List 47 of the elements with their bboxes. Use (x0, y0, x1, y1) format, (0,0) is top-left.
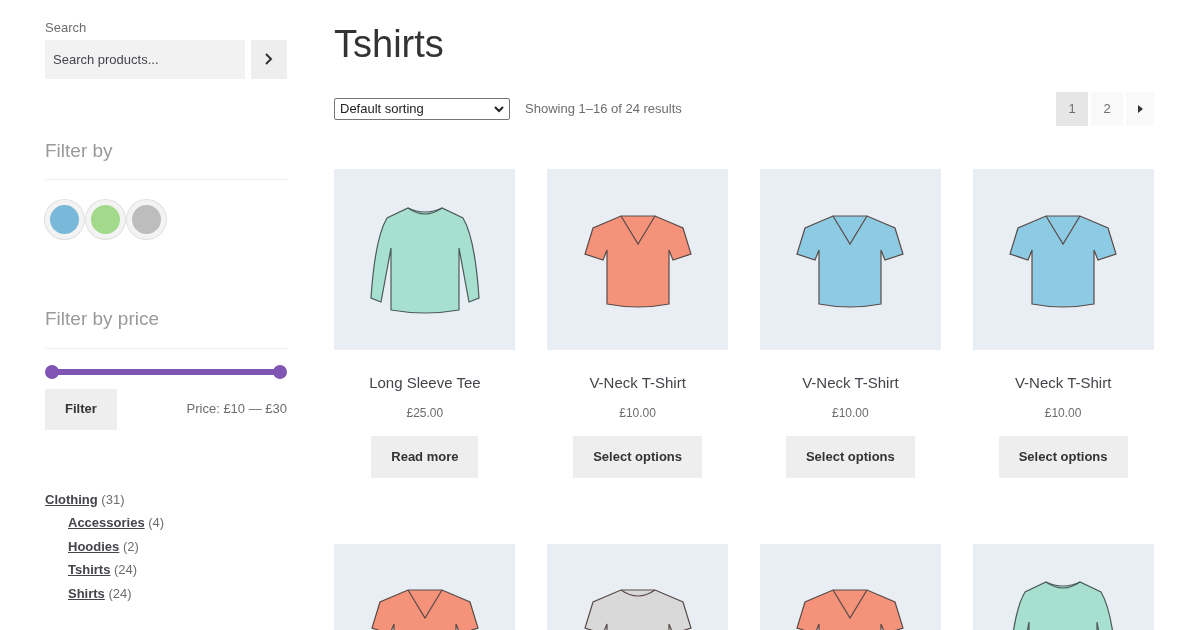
product-title[interactable]: V-Neck T-Shirt (589, 372, 686, 395)
category-link[interactable]: Shirts (68, 585, 105, 601)
result-count: Showing 1–16 of 24 results (525, 100, 682, 119)
price-range-text: Price: £10 — £30 (186, 399, 287, 418)
category-link[interactable]: Accessories (68, 515, 145, 530)
widget-title: Filter by price (45, 307, 161, 331)
category-count: (24) (114, 562, 138, 577)
product-image-tile[interactable] (759, 169, 941, 350)
product-price: £25.00 (406, 404, 444, 422)
color-swatch[interactable] (127, 200, 166, 239)
page-link[interactable]: 2 (1091, 92, 1123, 126)
product-title[interactable]: Long Sleeve Tee (369, 372, 481, 395)
category-count: (24) (108, 585, 132, 601)
color-swatch[interactable] (45, 200, 84, 239)
category-link[interactable]: Tshirts (68, 562, 111, 577)
search-submit-button[interactable] (251, 39, 287, 79)
widget-title: Filter by (45, 138, 114, 163)
search-label: Search (45, 19, 88, 37)
add-to-cart-button[interactable]: Select options (573, 435, 703, 478)
category-count: (4) (148, 515, 165, 530)
category-count: (2) (122, 538, 139, 554)
product-image-tile[interactable] (547, 169, 729, 350)
category-link[interactable]: Hoodies (68, 538, 120, 554)
add-to-cart-button[interactable]: Select options (998, 435, 1128, 478)
category-count: (31) (101, 491, 125, 507)
product-image-tile[interactable] (334, 169, 516, 350)
page-link[interactable]: 1 (1056, 92, 1088, 126)
search-field[interactable]: Search products... (45, 39, 245, 79)
category-link[interactable]: Clothing (45, 491, 98, 507)
chevron-down-icon (494, 105, 504, 113)
product-title[interactable]: V-Neck T-Shirt (1014, 372, 1112, 395)
slider-handle[interactable] (45, 364, 59, 379)
sorting-dropdown[interactable]: Default sorting (334, 98, 510, 120)
next-page-button[interactable] (1126, 92, 1154, 126)
filter-button[interactable]: Filter (45, 388, 117, 430)
product-image-tile[interactable] (972, 169, 1154, 350)
page-title: Tshirts (334, 22, 445, 67)
triangle-right-icon (1137, 105, 1143, 113)
slider-handle[interactable] (273, 364, 287, 379)
add-to-cart-button[interactable]: Select options (785, 435, 915, 478)
product-price: £10.00 (1044, 404, 1082, 422)
product-price: £10.00 (832, 404, 869, 422)
product-price: £10.00 (619, 404, 656, 422)
add-to-cart-button[interactable]: Read more (371, 435, 479, 478)
color-swatch[interactable] (86, 200, 125, 239)
chevron-right-icon (265, 53, 273, 65)
product-title[interactable]: V-Neck T-Shirt (802, 372, 899, 395)
